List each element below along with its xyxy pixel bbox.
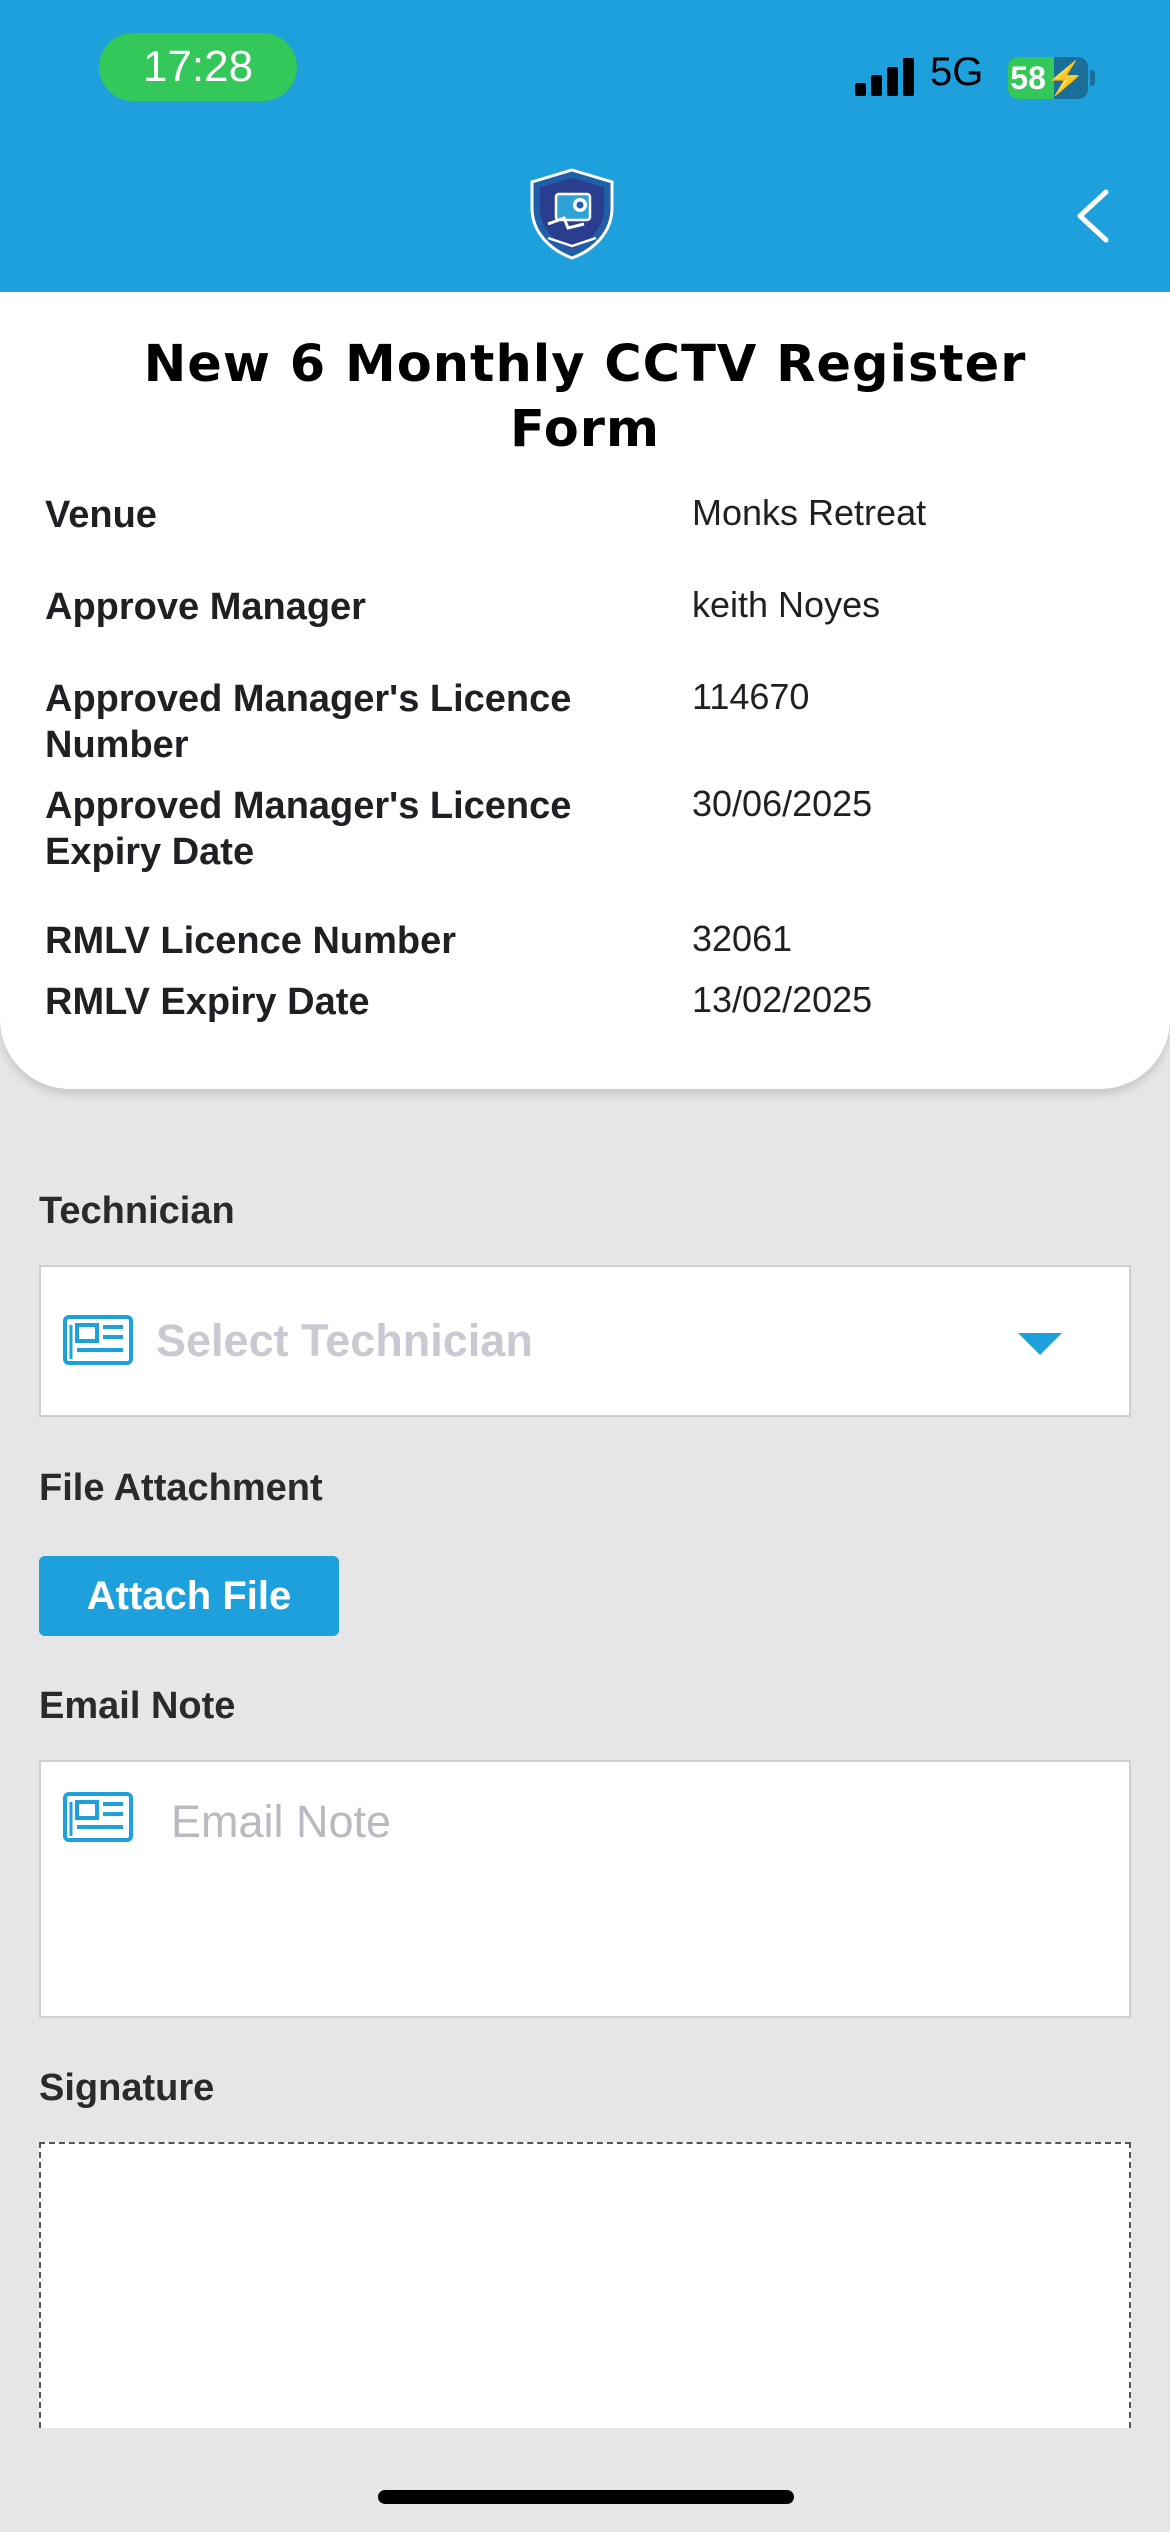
shield-logo-icon bbox=[530, 168, 614, 260]
signature-label: Signature bbox=[39, 2067, 215, 2109]
network-type: 5G bbox=[930, 50, 984, 94]
caret-down-icon bbox=[1018, 1333, 1062, 1355]
technician-placeholder: Select Technician bbox=[156, 1315, 533, 1366]
battery-level: 58 bbox=[1010, 60, 1046, 96]
email-note-box bbox=[39, 1760, 1131, 2018]
rmlv-licence-number-label: RMLV Licence Number bbox=[45, 920, 457, 962]
manager-licence-expiry-value: 30/06/2025 bbox=[692, 783, 873, 824]
approve-manager-value: keith Noyes bbox=[692, 584, 881, 625]
home-indicator bbox=[378, 2490, 794, 2504]
attach-file-button[interactable]: Attach File bbox=[39, 1556, 339, 1636]
form-summary-card: New 6 Monthly CCTV Register Form Venue M… bbox=[0, 292, 1170, 1089]
manager-licence-expiry-label: Approved Manager's Licence Expiry Date bbox=[45, 785, 572, 873]
app-header: 17:28 5G 58⚡ bbox=[0, 0, 1170, 292]
form-title: New 6 Monthly CCTV Register Form bbox=[143, 335, 1027, 459]
email-note-input[interactable] bbox=[171, 1792, 1071, 1852]
signature-pad[interactable] bbox=[39, 2142, 1131, 2428]
email-note-label: Email Note bbox=[39, 1685, 236, 1727]
manager-licence-number-value: 114670 bbox=[692, 676, 810, 717]
status-time: 17:28 bbox=[99, 33, 297, 101]
manager-licence-number-label: Approved Manager's Licence Number bbox=[45, 678, 572, 766]
rmlv-expiry-date-value: 13/02/2025 bbox=[692, 979, 873, 1020]
venue-label: Venue bbox=[45, 494, 157, 536]
cellular-signal-icon bbox=[855, 58, 915, 96]
file-attachment-label: File Attachment bbox=[39, 1467, 323, 1509]
rmlv-licence-number-value: 32061 bbox=[692, 918, 793, 959]
rmlv-expiry-date-label: RMLV Expiry Date bbox=[45, 981, 370, 1023]
technician-select[interactable]: Select Technician bbox=[39, 1265, 1131, 1417]
venue-value: Monks Retreat bbox=[692, 492, 927, 533]
newspaper-icon bbox=[63, 1792, 133, 1842]
newspaper-icon bbox=[63, 1315, 133, 1365]
technician-label: Technician bbox=[39, 1190, 235, 1232]
approve-manager-label: Approve Manager bbox=[45, 586, 366, 628]
battery-nub bbox=[1090, 70, 1095, 86]
battery-icon: 58⚡ bbox=[1008, 57, 1088, 99]
back-chevron-icon[interactable] bbox=[1068, 184, 1118, 248]
